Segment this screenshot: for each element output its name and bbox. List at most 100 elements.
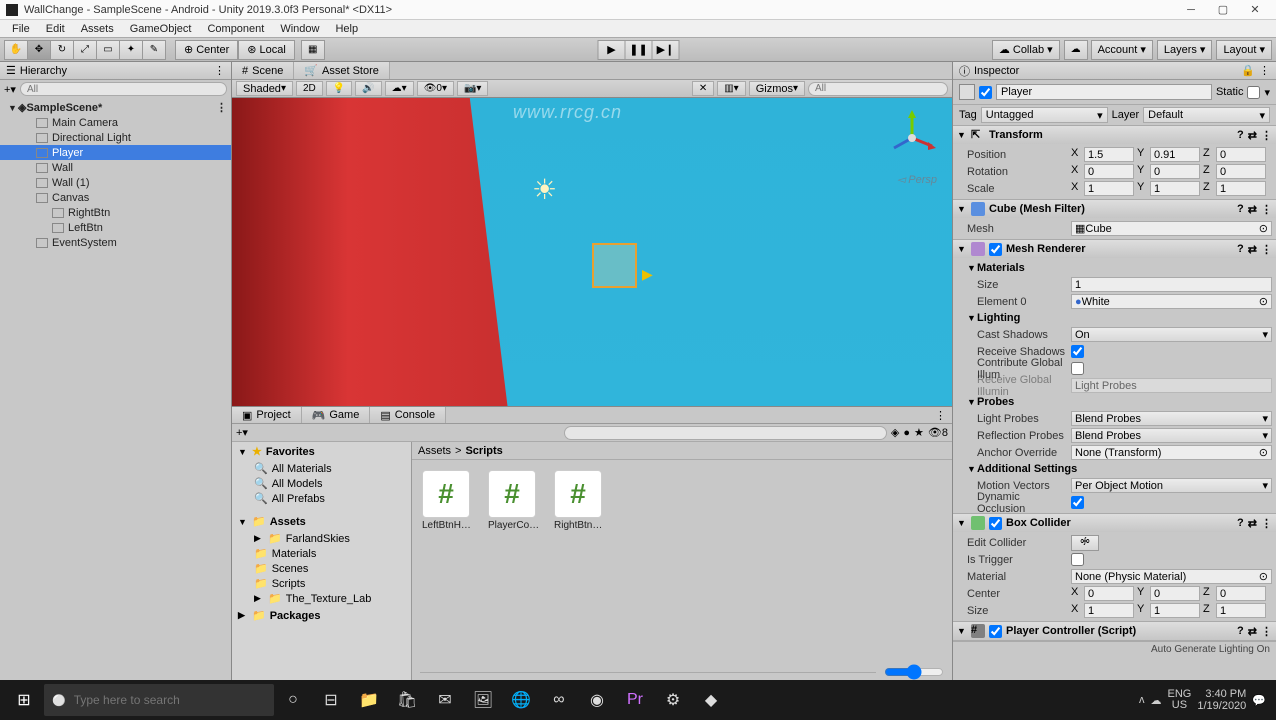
transform-tool-button[interactable]: ✦ (119, 40, 143, 60)
help-icon[interactable]: ? (1237, 129, 1244, 141)
folder-farlandskies[interactable]: ▶📁FarlandSkies (232, 531, 411, 546)
menu-assets[interactable]: Assets (73, 21, 122, 37)
options-icon[interactable]: ⋮ (1261, 243, 1272, 256)
options-icon[interactable]: ⋮ (1261, 625, 1272, 638)
additional-section[interactable]: ▼Additional Settings (957, 461, 1272, 477)
chevron-down-icon[interactable]: ▾ (1264, 86, 1270, 99)
console-tab[interactable]: ▤Console (370, 407, 446, 423)
unreal-icon[interactable]: ◉ (578, 680, 616, 720)
material-element0[interactable]: ●White⊙ (1071, 294, 1272, 309)
cortana-icon[interactable]: ○ (274, 680, 312, 720)
scene-close-button[interactable]: ✕ (692, 81, 714, 96)
scene-options-icon[interactable]: ⋮ (216, 101, 231, 114)
object-picker-icon[interactable]: ⊙ (1259, 446, 1268, 459)
preset-icon[interactable]: ⇄ (1248, 243, 1257, 256)
visualstudio-icon[interactable]: ∞ (540, 680, 578, 720)
menu-component[interactable]: Component (199, 21, 272, 37)
anchor-override-field[interactable]: None (Transform)⊙ (1071, 445, 1272, 460)
panel-options-icon[interactable]: ⋮ (214, 64, 225, 77)
premiere-icon[interactable]: Pr (616, 680, 654, 720)
scene-visibility-toggle[interactable]: 👁0▾ (417, 81, 454, 96)
hierarchy-tree[interactable]: ▼ ◈ SampleScene* ⋮ Main CameraDirectiona… (0, 98, 231, 680)
unity-hub-icon[interactable]: ◆ (692, 680, 730, 720)
meshrenderer-enabled-checkbox[interactable] (989, 243, 1002, 256)
scale-tool-button[interactable]: ⤢ (73, 40, 97, 60)
hand-tool-button[interactable]: ✋ (4, 40, 28, 60)
project-search-input[interactable] (564, 426, 886, 440)
light-probes-dropdown[interactable]: Blend Probes▾ (1071, 411, 1272, 426)
options-icon[interactable]: ⋮ (1261, 517, 1272, 530)
draw-mode-dropdown[interactable]: Shaded ▾ (236, 81, 293, 96)
notifications-icon[interactable]: 💬 (1252, 694, 1266, 707)
menu-gameobject[interactable]: GameObject (122, 21, 200, 37)
scene-audio-toggle[interactable]: 🔊 (355, 81, 381, 96)
size-x[interactable] (1084, 603, 1134, 618)
packages-folder[interactable]: ▶📁Packages (232, 606, 411, 625)
position-x[interactable] (1084, 147, 1134, 162)
gameobject-active-checkbox[interactable] (979, 86, 992, 99)
object-picker-icon[interactable]: ⊙ (1259, 570, 1268, 583)
playercontroller-header[interactable]: ▼# Player Controller (Script) ?⇄⋮ (953, 622, 1276, 640)
panel-options-icon[interactable]: ⋮ (1259, 64, 1270, 77)
options-icon[interactable]: ⋮ (1261, 203, 1272, 216)
mode-2d-toggle[interactable]: 2D (296, 81, 323, 96)
rect-tool-button[interactable]: ▭ (96, 40, 120, 60)
scale-y[interactable] (1150, 181, 1200, 196)
center-y[interactable] (1150, 586, 1200, 601)
rotation-x[interactable] (1084, 164, 1134, 179)
center-z[interactable] (1216, 586, 1266, 601)
materials-size[interactable] (1071, 277, 1272, 292)
help-icon[interactable]: ? (1237, 243, 1244, 255)
step-button[interactable]: ▶❙ (652, 40, 680, 60)
script-leftbtn[interactable]: # LeftBtnHa... (422, 470, 474, 531)
transform-header[interactable]: ▼⇱ Transform ?⇄⋮ (953, 126, 1276, 144)
hierarchy-item-directional-light[interactable]: Directional Light (0, 130, 231, 145)
clock[interactable]: 3:40 PM 1/19/2020 (1197, 688, 1246, 712)
search-type-icon[interactable]: ◈ (891, 426, 899, 439)
store-icon[interactable]: 🛍 (388, 680, 426, 720)
playercontroller-enabled-checkbox[interactable] (989, 625, 1002, 638)
scene-tab[interactable]: #Scene (232, 62, 294, 79)
custom-tool-button[interactable]: ✎ (142, 40, 166, 60)
snap-toggle[interactable]: ▦ (301, 40, 325, 60)
menu-file[interactable]: File (4, 21, 38, 37)
hierarchy-search-input[interactable] (20, 82, 227, 96)
search-label-icon[interactable]: ● (903, 427, 910, 439)
position-z[interactable] (1216, 147, 1266, 162)
materials-section[interactable]: ▼Materials (957, 260, 1272, 276)
options-icon[interactable]: ⋮ (1261, 129, 1272, 142)
gizmos-dropdown[interactable]: Gizmos ▾ (749, 81, 805, 96)
lock-icon[interactable]: 🔒 (1241, 64, 1255, 77)
physic-material-field[interactable]: None (Physic Material)⊙ (1071, 569, 1272, 584)
object-picker-icon[interactable]: ⊙ (1259, 295, 1268, 308)
is-trigger-checkbox[interactable] (1071, 553, 1084, 566)
cloud-button[interactable]: ☁ (1064, 40, 1088, 60)
asset-store-tab[interactable]: 🛒Asset Store (294, 62, 390, 79)
layer-dropdown[interactable]: Default▾ (1143, 107, 1270, 123)
mesh-field[interactable]: ▦Cube⊙ (1071, 221, 1272, 236)
fav-all-prefabs[interactable]: 🔍All Prefabs (232, 491, 411, 506)
layers-dropdown[interactable]: Layers▾ (1157, 40, 1213, 60)
maximize-button[interactable]: ▢ (1208, 1, 1238, 19)
script-playercontroller[interactable]: # PlayerCont... (488, 470, 540, 531)
static-checkbox[interactable] (1247, 86, 1260, 99)
onedrive-icon[interactable]: ☁ (1151, 694, 1162, 707)
hierarchy-tab[interactable]: ☰ Hierarchy ⋮ (0, 62, 231, 80)
scene-fx-toggle[interactable]: ☁▾ (385, 81, 414, 96)
hierarchy-item-wall[interactable]: Wall (0, 160, 231, 175)
fav-all-materials[interactable]: 🔍All Materials (232, 461, 411, 476)
help-icon[interactable]: ? (1237, 203, 1244, 215)
scene-extras-dropdown[interactable]: ▥▾ (717, 81, 745, 96)
position-y[interactable] (1150, 147, 1200, 162)
menu-window[interactable]: Window (272, 21, 327, 37)
scale-x[interactable] (1084, 181, 1134, 196)
pivot-center-toggle[interactable]: ⊕Center (175, 40, 238, 60)
cast-shadows-dropdown[interactable]: On▾ (1071, 327, 1272, 342)
gameobject-name-field[interactable] (996, 84, 1212, 100)
hidden-packages-icon[interactable]: 👁8 (928, 426, 948, 439)
dynamic-occlusion-checkbox[interactable] (1071, 496, 1084, 509)
scene-light-toggle[interactable]: 💡 (326, 81, 352, 96)
layout-dropdown[interactable]: Layout▾ (1216, 40, 1272, 60)
move-tool-button[interactable]: ✥ (27, 40, 51, 60)
collab-dropdown[interactable]: ☁Collab▾ (992, 40, 1060, 60)
